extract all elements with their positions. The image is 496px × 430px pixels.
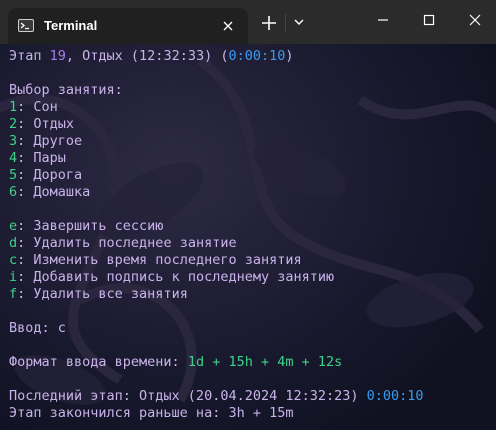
activity-key: 5 — [9, 167, 18, 183]
status-suffix: ) — [285, 48, 294, 64]
activity-item: 6: Домашка — [9, 184, 90, 201]
command-key: i — [9, 269, 18, 285]
activity-key: 4 — [9, 150, 18, 166]
activity-label: : Домашка — [17, 184, 91, 200]
status-middle: , Отдых (12:32:33) ( — [65, 48, 229, 64]
command-item: e: Завершить сессию — [9, 218, 163, 235]
close-icon[interactable] — [220, 18, 236, 34]
command-key: f — [9, 286, 18, 302]
activity-label: : Другое — [17, 133, 83, 149]
activity-item: 1: Сон — [9, 99, 58, 116]
format-value: 1d + 15h + 4m + 12s — [187, 354, 343, 370]
input-prompt[interactable]: Ввод: с — [9, 320, 66, 337]
activity-label: : Сон — [17, 99, 58, 115]
activity-item: 2: Отдых — [9, 116, 74, 133]
stage-number: 19 — [49, 48, 66, 64]
command-item: f: Удалить все занятия — [9, 286, 188, 303]
activity-key: 2 — [9, 116, 18, 132]
command-key: c — [9, 252, 18, 268]
minimize-icon[interactable] — [372, 10, 394, 30]
terminal-window: Terminal Этап 19, Отдых (12:32:33) (0:00… — [0, 0, 496, 430]
command-key: d — [9, 235, 18, 251]
last-stage-duration: 0:00:10 — [366, 388, 424, 404]
command-label: : Удалить все занятия — [17, 286, 188, 302]
activity-key: 1 — [9, 99, 18, 115]
command-item: i: Добавить подпись к последнему занятию — [9, 269, 334, 286]
command-item: c: Изменить время последнего занятия — [9, 252, 302, 269]
activity-item: 5: Дорога — [9, 167, 82, 184]
plus-icon[interactable] — [260, 14, 278, 32]
ended-early-line: Этап закончился раньше на: 3h + 15m — [9, 405, 294, 421]
command-label: : Удалить последнее занятие — [17, 235, 237, 251]
command-label: : Завершить сессию — [17, 218, 164, 234]
activity-label: : Отдых — [17, 116, 75, 132]
title-bar: Terminal — [0, 0, 496, 44]
activity-label: : Пары — [17, 150, 66, 166]
terminal-icon — [18, 19, 34, 32]
activity-item: 4: Пары — [9, 150, 66, 167]
time-format-line: Формат ввода времени: 1d + 15h + 4m + 12… — [9, 354, 342, 371]
command-item: d: Удалить последнее занятие — [9, 235, 237, 252]
chevron-down-icon[interactable] — [292, 16, 306, 28]
status-prefix: Этап — [9, 48, 50, 64]
terminal-output[interactable]: Этап 19, Отдых (12:32:33) (0:00:10) Выбо… — [0, 44, 496, 430]
divider — [285, 14, 286, 32]
stage-status-line: Этап 19, Отдых (12:32:33) (0:00:10) — [9, 48, 294, 65]
close-icon[interactable] — [464, 10, 486, 30]
command-key: e — [9, 218, 18, 234]
tab-terminal[interactable]: Terminal — [8, 8, 248, 44]
stage-duration: 0:00:10 — [228, 48, 286, 64]
tab-title: Terminal — [44, 18, 98, 33]
activity-key: 3 — [9, 133, 18, 149]
activity-label: : Дорога — [17, 167, 83, 183]
activity-key: 6 — [9, 184, 18, 200]
last-stage-label: Последний этап: Отдых (20.04.2024 12:32:… — [9, 388, 367, 404]
maximize-icon[interactable] — [418, 10, 440, 30]
choose-header: Выбор занятия: — [9, 82, 123, 98]
activity-item: 3: Другое — [9, 133, 82, 150]
format-label: Формат ввода времени: — [9, 354, 188, 370]
command-label: : Изменить время последнего занятия — [17, 252, 302, 268]
last-stage-line: Последний этап: Отдых (20.04.2024 12:32:… — [9, 388, 424, 405]
command-label: : Добавить подпись к последнему занятию — [17, 269, 335, 285]
